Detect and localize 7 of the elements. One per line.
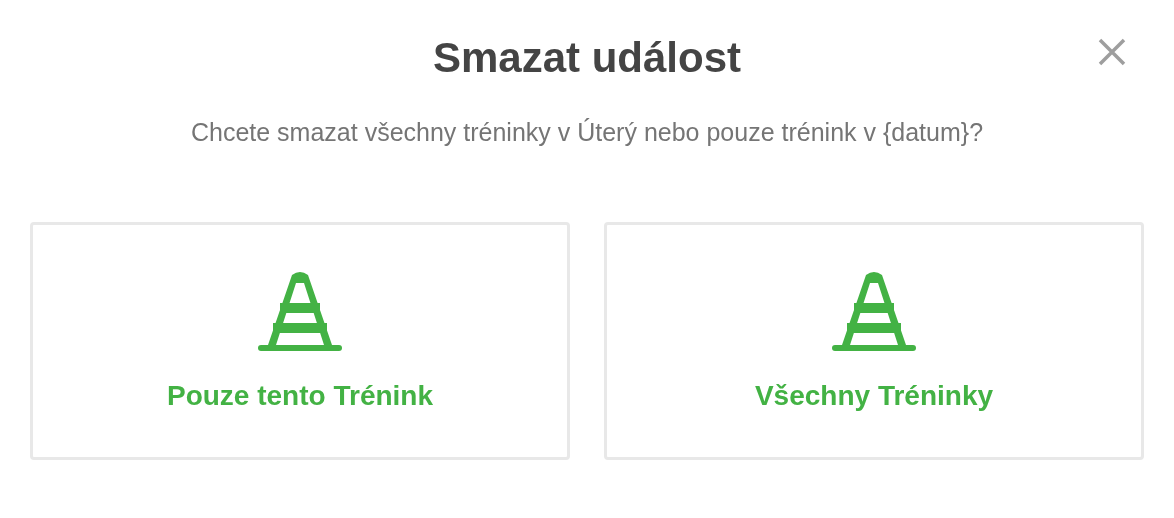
option-card[interactable]: Pouze tento Trénink: [30, 221, 570, 460]
traffic-cone-icon: [832, 270, 916, 353]
traffic-cone-icon: [258, 270, 342, 353]
option-card[interactable]: Všechny Tréninky: [604, 221, 1144, 460]
close-button[interactable]: [1096, 36, 1128, 68]
dialog-message: Chcete smazat všechny tréninky v Úterý nebo pouze trénink v {datum}?: [189, 117, 985, 148]
dialog-title: Smazat událost: [432, 33, 742, 83]
